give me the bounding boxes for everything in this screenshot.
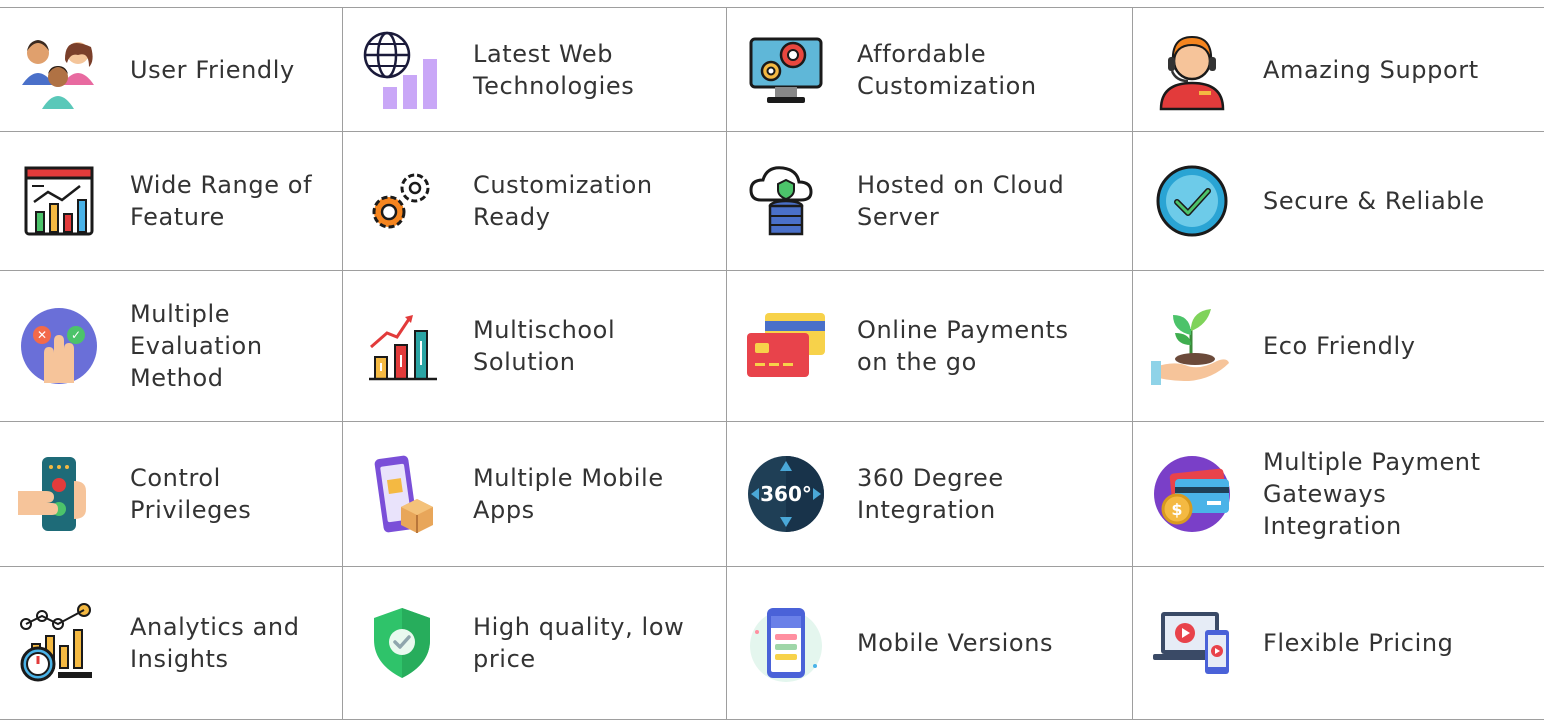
plant-hand-icon — [1151, 305, 1233, 387]
feature-flexible-pricing: Flexible Pricing — [1133, 567, 1544, 720]
features-grid: User Friendly Latest Web Technologies Af… — [0, 7, 1544, 727]
feature-online-payments: Online Payments on the go — [727, 271, 1133, 422]
feature-latest-web-technologies: Latest Web Technologies — [343, 8, 727, 132]
globe-chart-icon — [361, 29, 443, 111]
cloud-database-icon — [745, 160, 827, 242]
svg-text:$: $ — [1171, 500, 1182, 519]
feature-wide-range-of-feature: Wide Range of Feature — [0, 132, 343, 271]
feature-label: Hosted on Cloud Server — [857, 171, 1065, 231]
feature-user-friendly: User Friendly — [0, 8, 343, 132]
feature-label: Amazing Support — [1263, 55, 1479, 84]
evaluation-hand-icon: ✕ ✓ — [18, 305, 100, 387]
feature-label: High quality, low price — [473, 613, 685, 673]
feature-label: Control Privileges — [130, 464, 252, 524]
feature-label: Eco Friendly — [1263, 332, 1416, 360]
feature-label: Analytics and Insights — [130, 613, 300, 673]
feature-label: Multiple Mobile Apps — [473, 464, 664, 524]
card-coin-icon: $ — [1151, 453, 1233, 535]
check-circle-icon — [1151, 160, 1233, 242]
feature-amazing-support: Amazing Support — [1133, 8, 1544, 132]
feature-label: Secure & Reliable — [1263, 187, 1485, 215]
feature-eco-friendly: Eco Friendly — [1133, 271, 1544, 422]
feature-label: Multiple Payment Gateways Integration — [1263, 448, 1481, 540]
feature-multiple-mobile-apps: Multiple Mobile Apps — [343, 422, 727, 567]
feature-label: Multiple Evaluation Method — [130, 300, 263, 392]
360-degree-icon: 360° — [745, 453, 827, 535]
feature-label: Customization Ready — [473, 171, 653, 231]
feature-multischool-solution: Multischool Solution — [343, 271, 727, 422]
feature-label: User Friendly — [130, 55, 295, 84]
gears-icon — [361, 160, 443, 242]
feature-label: Wide Range of Feature — [130, 171, 313, 231]
feature-affordable-customization: Affordable Customization — [727, 8, 1133, 132]
svg-text:✓: ✓ — [71, 328, 81, 342]
feature-label: 360 Degree Integration — [857, 464, 1004, 524]
users-group-icon — [18, 29, 100, 111]
payment-cards-icon — [745, 305, 827, 387]
feature-label: Mobile Versions — [857, 629, 1054, 657]
feature-label: Affordable Customization — [857, 39, 1037, 100]
svg-text:360°: 360° — [760, 482, 812, 506]
feature-mobile-versions: Mobile Versions — [727, 567, 1133, 720]
feature-360-degree-integration: 360° 360 Degree Integration — [727, 422, 1133, 567]
feature-label: Online Payments on the go — [857, 316, 1069, 376]
shield-check-icon — [361, 602, 443, 684]
monitor-gear-icon — [745, 29, 827, 111]
feature-multiple-evaluation-method: ✕ ✓ Multiple Evaluation Method — [0, 271, 343, 422]
feature-label: Multischool Solution — [473, 316, 616, 376]
feature-label: Flexible Pricing — [1263, 629, 1454, 657]
feature-label: Latest Web Technologies — [473, 39, 635, 100]
feature-analytics-and-insights: Analytics and Insights — [0, 567, 343, 720]
phone-package-icon — [361, 453, 443, 535]
feature-high-quality-low-price: High quality, low price — [343, 567, 727, 720]
feature-customization-ready: Customization Ready — [343, 132, 727, 271]
analytics-icon — [18, 602, 100, 684]
remote-control-icon — [18, 453, 100, 535]
feature-hosted-on-cloud-server: Hosted on Cloud Server — [727, 132, 1133, 271]
support-agent-icon — [1151, 29, 1233, 111]
devices-video-icon — [1151, 602, 1233, 684]
feature-secure-and-reliable: Secure & Reliable — [1133, 132, 1544, 271]
growth-bars-icon — [361, 305, 443, 387]
dashboard-chart-icon — [18, 160, 100, 242]
feature-control-privileges: Control Privileges — [0, 422, 343, 567]
mobile-app-icon — [745, 602, 827, 684]
feature-multiple-payment-gateways: $ Multiple Payment Gateways Integration — [1133, 422, 1544, 567]
svg-text:✕: ✕ — [37, 328, 47, 342]
